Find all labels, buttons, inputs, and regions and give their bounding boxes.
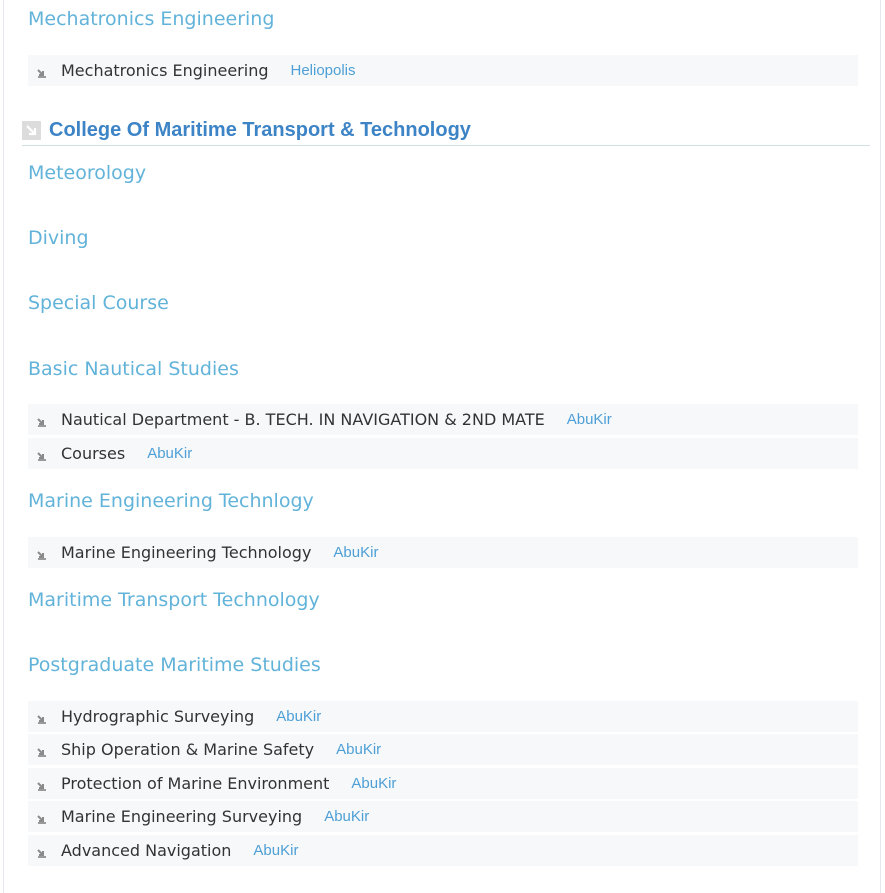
program-row[interactable]: Protection of Marine Environment AbuKir [28,768,858,799]
arrow-down-right-box-icon [22,121,41,140]
program-name[interactable]: Courses [61,444,125,463]
campus-link[interactable]: AbuKir [276,708,321,725]
campus-link[interactable]: AbuKir [253,842,298,859]
arrow-down-right-icon [37,714,46,724]
department-title[interactable]: Meteorology [28,162,146,184]
program-name[interactable]: Marine Engineering Technology [61,543,311,562]
campus-link[interactable]: AbuKir [324,808,369,825]
campus-link[interactable]: AbuKir [333,544,378,561]
program-name[interactable]: Advanced Navigation [61,841,231,860]
arrow-down-right-icon [37,781,46,791]
program-row[interactable]: Marine Engineering Technology AbuKir [28,537,858,568]
department-title[interactable]: Diving [28,227,89,249]
program-name[interactable]: Ship Operation & Marine Safety [61,740,314,759]
arrow-down-right-icon [37,68,46,78]
college-title[interactable]: College Of Maritime Transport & Technolo… [49,119,471,142]
department-title[interactable]: Mechatronics Engineering [28,8,274,30]
arrow-down-right-icon [37,451,46,461]
program-row[interactable]: Nautical Department - B. TECH. IN NAVIGA… [28,404,858,435]
department-title[interactable]: Basic Nautical Studies [28,358,239,380]
program-name[interactable]: Nautical Department - B. TECH. IN NAVIGA… [61,410,545,429]
campus-link[interactable]: AbuKir [147,445,192,462]
program-name[interactable]: Protection of Marine Environment [61,774,329,793]
arrow-down-right-icon [37,747,46,757]
program-row[interactable]: Mechatronics Engineering Heliopolis [28,55,858,86]
department-title[interactable]: Marine Engineering Technlogy [28,490,314,512]
arrow-down-right-icon [37,550,46,560]
campus-link[interactable]: AbuKir [336,741,381,758]
program-name[interactable]: Hydrographic Surveying [61,707,254,726]
college-header: College Of Maritime Transport & Technolo… [22,116,870,146]
campus-link[interactable]: AbuKir [351,775,396,792]
arrow-down-right-icon [37,848,46,858]
program-row[interactable]: Ship Operation & Marine Safety AbuKir [28,734,858,765]
program-row[interactable]: Advanced Navigation AbuKir [28,835,858,866]
program-row[interactable]: Marine Engineering Surveying AbuKir [28,801,858,832]
arrow-down-right-icon [37,814,46,824]
arrow-down-right-icon [37,417,46,427]
department-title[interactable]: Maritime Transport Technology [28,589,320,611]
program-name[interactable]: Mechatronics Engineering [61,61,268,80]
program-row[interactable]: Courses AbuKir [28,438,858,469]
program-name[interactable]: Marine Engineering Surveying [61,807,302,826]
department-title[interactable]: Special Course [28,292,169,314]
program-row[interactable]: Hydrographic Surveying AbuKir [28,701,858,732]
campus-link[interactable]: Heliopolis [290,62,355,79]
campus-link[interactable]: AbuKir [567,411,612,428]
department-title[interactable]: Postgraduate Maritime Studies [28,654,321,676]
